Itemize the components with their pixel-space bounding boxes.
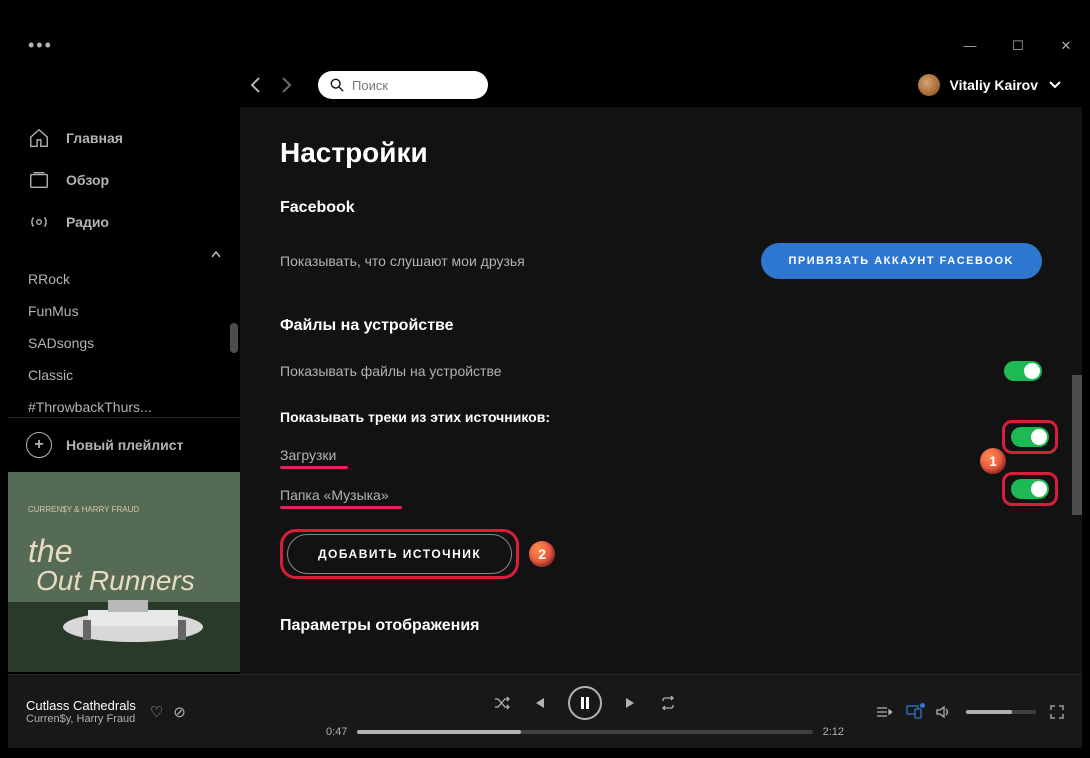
- annotation-highlight: [1002, 472, 1058, 506]
- track-title[interactable]: Cutlass Cathedrals: [26, 698, 136, 713]
- repeat-button[interactable]: [660, 696, 676, 710]
- block-button[interactable]: ⊘: [173, 703, 186, 721]
- annotation-badge-1: 1: [980, 448, 1006, 474]
- home-icon: [28, 127, 50, 149]
- album-cover[interactable]: CURREN$Y & HARRY FRAUD the Out Runners: [8, 472, 240, 664]
- playlists-collapse[interactable]: [8, 243, 240, 263]
- queue-button[interactable]: [876, 705, 892, 719]
- chevron-down-icon: [1048, 80, 1062, 90]
- player-bar: Cutlass Cathedrals Curren$y, Harry Fraud…: [8, 674, 1082, 748]
- main-scrollbar[interactable]: [1072, 375, 1082, 515]
- avatar: [918, 74, 940, 96]
- source-music-label: Папка «Музыка»: [280, 487, 389, 503]
- svg-text:Out Runners: Out Runners: [36, 565, 195, 596]
- app-window: ••• — ☐ ✕ Vitaliy Kairov: [8, 28, 1082, 748]
- progress-bar[interactable]: [357, 730, 812, 734]
- section-display-heading: Параметры отображения: [280, 617, 1042, 635]
- search-input[interactable]: [352, 78, 476, 93]
- search-icon: [330, 78, 344, 92]
- sources-heading: Показывать треки из этих источников:: [280, 409, 1042, 425]
- window-close-button[interactable]: ✕: [1054, 38, 1078, 54]
- sidebar-item-label: Обзор: [66, 172, 109, 188]
- sidebar-item-radio[interactable]: Радио: [8, 201, 240, 243]
- annotation-highlight: [1002, 420, 1058, 454]
- playlists-section: RRock FunMus SADsongs Classic #Throwback…: [8, 263, 240, 417]
- time-elapsed: 0:47: [326, 726, 347, 738]
- devices-button[interactable]: [906, 705, 922, 719]
- album-art: CURREN$Y & HARRY FRAUD the Out Runners: [8, 472, 240, 672]
- browse-icon: [28, 169, 50, 191]
- nav-back-button[interactable]: [248, 76, 262, 94]
- playlist-item[interactable]: FunMus: [8, 295, 240, 327]
- svg-text:CURREN$Y & HARRY FRAUD: CURREN$Y & HARRY FRAUD: [28, 505, 139, 514]
- fullscreen-button[interactable]: [1050, 705, 1064, 719]
- facebook-friends-label: Показывать, что слушают мои друзья: [280, 253, 525, 269]
- playlist-item[interactable]: SADsongs: [8, 327, 240, 359]
- volume-icon[interactable]: [936, 705, 952, 719]
- nav-forward-button[interactable]: [280, 76, 294, 94]
- window-maximize-button[interactable]: ☐: [1006, 38, 1030, 54]
- play-pause-button[interactable]: [568, 686, 602, 720]
- source-row-downloads: Загрузки: [280, 435, 1042, 475]
- source-music-toggle[interactable]: [1011, 479, 1049, 499]
- page-title: Настройки: [280, 137, 1042, 169]
- radio-icon: [28, 211, 50, 233]
- annotation-highlight: ДОБАВИТЬ ИСТОЧНИК: [280, 529, 519, 579]
- menu-dots-icon[interactable]: •••: [28, 35, 53, 56]
- section-facebook-heading: Facebook: [280, 199, 1042, 217]
- annotation-toggles-group: 1: [1002, 420, 1058, 506]
- topbar: Vitaliy Kairov: [8, 63, 1082, 107]
- next-button[interactable]: [624, 696, 638, 710]
- sidebar-item-label: Главная: [66, 130, 123, 146]
- source-downloads-label: Загрузки: [280, 447, 336, 463]
- user-name: Vitaliy Kairov: [950, 77, 1038, 93]
- playlist-item[interactable]: RRock: [8, 263, 240, 295]
- sidebar-item-label: Радио: [66, 214, 109, 230]
- link-facebook-button[interactable]: ПРИВЯЗАТЬ АККАУНТ FACEBOOK: [761, 243, 1043, 279]
- setting-row-facebook: Показывать, что слушают мои друзья ПРИВЯ…: [280, 233, 1042, 289]
- shuffle-button[interactable]: [494, 696, 510, 710]
- search-box[interactable]: [318, 71, 488, 99]
- titlebar: ••• — ☐ ✕: [8, 28, 1082, 63]
- like-button[interactable]: ♡: [150, 703, 163, 721]
- user-menu[interactable]: Vitaliy Kairov: [918, 74, 1062, 96]
- sidebar: Главная Обзор Радио RRock FunMus SAD: [8, 107, 240, 674]
- time-total: 2:12: [823, 726, 844, 738]
- playlist-item[interactable]: #ThrowbackThurs...: [8, 391, 240, 417]
- settings-panel: Настройки Facebook Показывать, что слуша…: [240, 107, 1082, 674]
- svg-text:the: the: [28, 533, 72, 569]
- section-localfiles-heading: Файлы на устройстве: [280, 317, 1042, 335]
- annotation-badge-2: 2: [529, 541, 555, 567]
- source-downloads-toggle[interactable]: [1011, 427, 1049, 447]
- new-playlist-label: Новый плейлист: [66, 437, 183, 453]
- track-artist[interactable]: Curren$y, Harry Fraud: [26, 713, 136, 725]
- window-minimize-button[interactable]: —: [958, 38, 982, 54]
- sidebar-item-home[interactable]: Главная: [8, 117, 240, 159]
- sidebar-item-browse[interactable]: Обзор: [8, 159, 240, 201]
- setting-row-showlocal: Показывать файлы на устройстве: [280, 351, 1042, 391]
- previous-button[interactable]: [532, 696, 546, 710]
- volume-slider[interactable]: [966, 710, 1036, 714]
- add-source-button[interactable]: ДОБАВИТЬ ИСТОЧНИК: [287, 534, 512, 574]
- playlist-scrollbar[interactable]: [230, 323, 238, 353]
- show-local-toggle[interactable]: [1004, 361, 1042, 381]
- plus-icon: +: [26, 432, 52, 458]
- show-local-label: Показывать файлы на устройстве: [280, 363, 502, 379]
- new-playlist-button[interactable]: + Новый плейлист: [8, 417, 240, 472]
- source-row-music: Папка «Музыка»: [280, 475, 1042, 515]
- playlist-item[interactable]: Classic: [8, 359, 240, 391]
